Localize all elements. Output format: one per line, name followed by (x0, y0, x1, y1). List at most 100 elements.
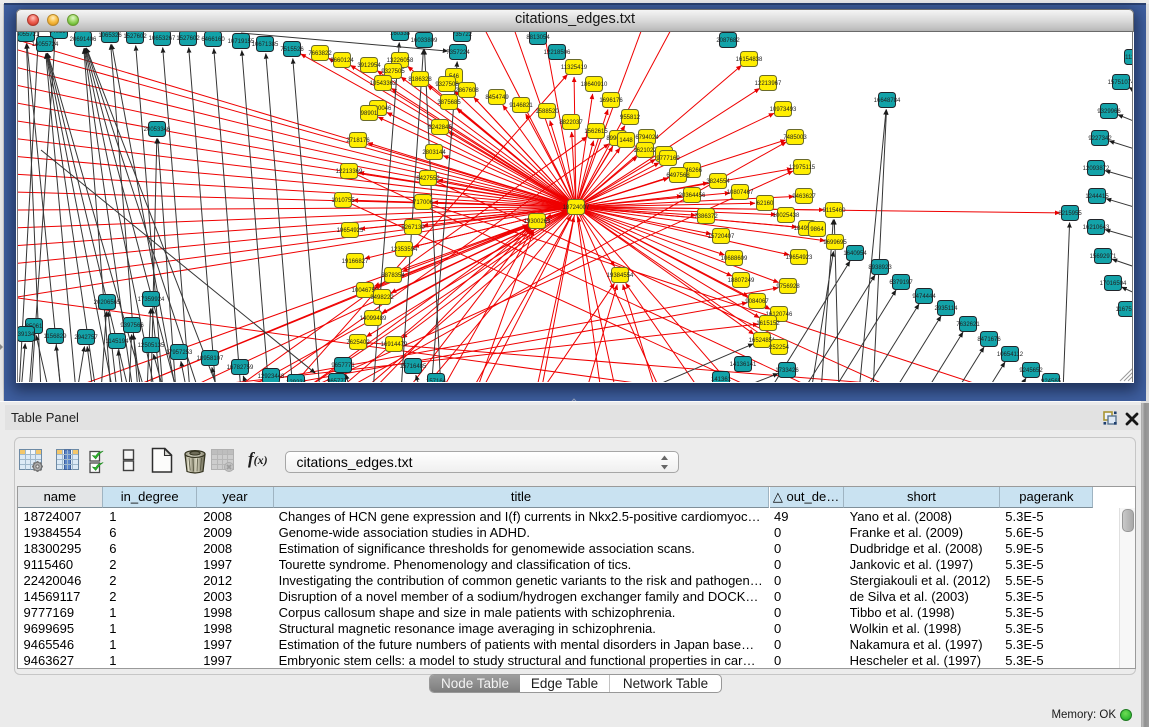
svg-text:2867608: 2867608 (455, 88, 479, 94)
svg-text:16210643: 16210643 (1083, 225, 1110, 231)
svg-text:2803144: 2803144 (422, 150, 446, 156)
svg-text:12213369: 12213369 (336, 169, 363, 175)
svg-text:9146821: 9146821 (509, 103, 533, 109)
svg-text:1588520: 1588520 (535, 109, 559, 115)
svg-text:2942757: 2942757 (74, 335, 98, 341)
svg-text:7485003: 7485003 (783, 135, 807, 141)
svg-text:16648784: 16648784 (874, 98, 901, 104)
svg-text:17016504: 17016504 (1100, 281, 1127, 287)
svg-text:955812: 955812 (620, 115, 641, 121)
svg-text:8938923: 8938923 (868, 265, 892, 271)
svg-text:1527602: 1527602 (176, 36, 200, 42)
svg-text:8878354: 8878354 (381, 273, 405, 279)
svg-text:6466160: 6466160 (201, 37, 225, 43)
svg-text:10958107: 10958107 (197, 356, 224, 362)
svg-text:8471676: 8471676 (977, 337, 1001, 343)
svg-text:1733426: 1733426 (775, 368, 799, 374)
svg-text:8215955: 8215955 (1058, 211, 1082, 217)
svg-text:16782759: 16782759 (227, 365, 254, 371)
svg-text:14099489: 14099489 (360, 316, 387, 322)
svg-text:10688609: 10688609 (721, 256, 748, 262)
svg-text:8427552: 8427552 (416, 176, 440, 182)
svg-text:12505135: 12505135 (138, 343, 165, 349)
svg-text:141361: 141361 (711, 377, 732, 382)
svg-text:1615152: 1615152 (756, 321, 780, 327)
svg-text:1145194: 1145194 (106, 339, 130, 345)
svg-text:8454749: 8454749 (485, 95, 509, 101)
svg-text:924565: 924565 (1041, 379, 1062, 382)
svg-text:1065326: 1065326 (98, 33, 122, 39)
svg-text:19654925: 19654925 (337, 228, 364, 234)
svg-text:12975115: 12975115 (789, 165, 816, 171)
svg-text:157164: 157164 (426, 379, 447, 382)
svg-text:7515526: 7515526 (280, 47, 304, 53)
svg-text:6379197: 6379197 (889, 280, 913, 286)
svg-text:11173: 11173 (1125, 55, 1133, 61)
svg-text:15716485: 15716485 (400, 364, 427, 370)
svg-text:12213967: 12213967 (755, 81, 782, 87)
svg-text:10653267: 10653267 (149, 36, 176, 42)
svg-text:7357224: 7357224 (446, 50, 470, 56)
svg-text:1448: 1448 (619, 138, 633, 144)
svg-text:1244415: 1244415 (1085, 194, 1109, 200)
svg-text:9245652: 9245652 (1019, 368, 1043, 374)
svg-text:8186328: 8186328 (408, 77, 432, 83)
svg-text:735722: 735722 (452, 32, 473, 38)
svg-text:3824554: 3824554 (706, 179, 730, 185)
svg-text:14136141: 14136141 (730, 362, 757, 368)
svg-text:19166827: 19166827 (342, 259, 369, 265)
svg-text:140557: 140557 (49, 32, 70, 35)
svg-text:9474444: 9474444 (912, 294, 936, 300)
svg-text:9227342: 9227342 (1088, 136, 1112, 142)
svg-text:16154838: 16154838 (736, 57, 763, 63)
svg-text:8660124: 8660124 (330, 58, 354, 64)
svg-text:15751074: 15751074 (1108, 80, 1133, 86)
svg-text:9864: 9864 (810, 227, 824, 233)
svg-text:7625402: 7625402 (346, 340, 370, 346)
svg-text:9397566: 9397566 (120, 323, 144, 329)
svg-text:7632621: 7632621 (956, 322, 980, 328)
svg-text:39134: 39134 (18, 332, 35, 338)
svg-text:18807249: 18807249 (728, 278, 755, 284)
svg-text:717006: 717006 (413, 200, 434, 206)
svg-text:7663822: 7663822 (308, 51, 332, 57)
svg-text:8267130: 8267130 (401, 225, 425, 231)
svg-text:8813054: 8813054 (526, 35, 550, 41)
svg-text:14055721: 14055721 (18, 32, 40, 38)
svg-text:8822037: 8822037 (559, 120, 583, 126)
svg-text:17957253: 17957253 (166, 350, 193, 356)
svg-text:965777: 965777 (327, 379, 348, 382)
svg-text:11325419: 11325419 (561, 65, 588, 71)
svg-text:20053346: 20053346 (144, 127, 171, 133)
svg-text:13226058: 13226058 (387, 58, 414, 64)
svg-text:16033809: 16033809 (411, 38, 438, 44)
svg-text:10807467: 10807467 (727, 190, 754, 196)
svg-text:19300263: 19300263 (524, 219, 551, 225)
svg-text:1167534: 1167534 (1116, 307, 1133, 313)
svg-text:12218506: 12218506 (544, 50, 571, 56)
svg-text:2087682: 2087682 (716, 38, 740, 44)
svg-text:2935114: 2935114 (935, 306, 959, 312)
svg-text:6497568: 6497568 (666, 173, 690, 179)
svg-text:12093872: 12093872 (1083, 166, 1110, 172)
svg-text:9115460: 9115460 (823, 208, 847, 214)
svg-text:1696176: 1696176 (599, 98, 623, 104)
svg-text:2718176: 2718176 (346, 138, 370, 144)
svg-text:16914479: 16914479 (381, 342, 408, 348)
svg-text:9327505: 9327505 (381, 69, 405, 75)
svg-text:6794024: 6794024 (635, 135, 659, 141)
svg-text:12923448: 12923448 (258, 374, 285, 380)
svg-text:98901: 98901 (361, 111, 378, 117)
svg-text:19654923: 19654923 (786, 255, 813, 261)
svg-text:252254: 252254 (769, 345, 790, 351)
svg-text:10025438: 10025438 (773, 213, 800, 219)
svg-text:17359924: 17359924 (138, 297, 165, 303)
svg-text:1156829: 1156829 (44, 334, 68, 340)
svg-text:9756928: 9756928 (776, 284, 800, 290)
svg-text:19384554: 19384554 (607, 273, 634, 279)
svg-text:3875685: 3875685 (437, 100, 461, 106)
svg-text:9498222: 9498222 (370, 295, 394, 301)
svg-text:10671385: 10671385 (252, 42, 279, 48)
svg-text:1640954: 1640954 (843, 251, 867, 257)
svg-text:160338: 160338 (390, 32, 411, 37)
